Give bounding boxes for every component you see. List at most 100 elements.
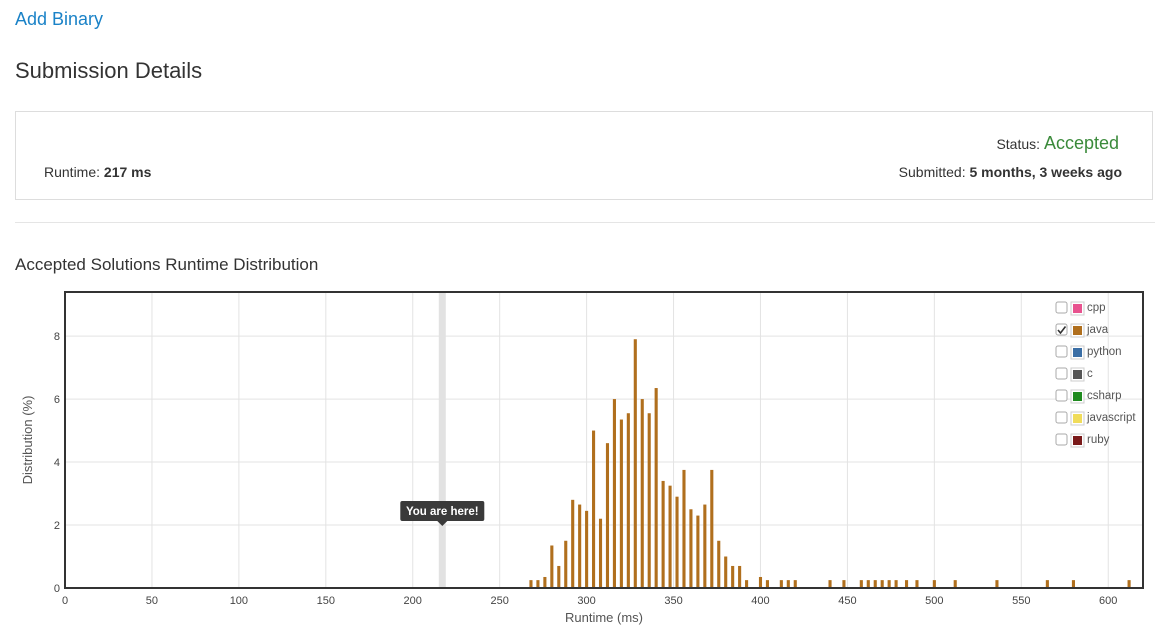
x-tick-label: 50 xyxy=(146,595,158,607)
y-tick-label: 4 xyxy=(54,457,60,469)
distribution-bar xyxy=(529,580,533,588)
distribution-bar xyxy=(585,510,589,588)
runtime-info: Runtime: 217 ms xyxy=(44,164,151,180)
x-tick-label: 400 xyxy=(751,595,769,607)
legend-checkbox-csharp[interactable] xyxy=(1055,389,1068,402)
distribution-bar xyxy=(828,580,832,588)
distribution-bar xyxy=(779,580,783,588)
distribution-bar xyxy=(731,565,735,588)
x-tick-label: 0 xyxy=(62,595,68,607)
distribution-bar xyxy=(578,504,582,588)
distribution-bar xyxy=(654,388,658,588)
runtime-label: Runtime: xyxy=(44,164,101,180)
distribution-bar xyxy=(738,565,742,588)
distribution-bar xyxy=(661,480,665,588)
distribution-bar xyxy=(1127,580,1131,588)
distribution-title: Accepted Solutions Runtime Distribution xyxy=(15,255,319,274)
y-tick-label: 0 xyxy=(54,583,60,595)
distribution-bar xyxy=(842,580,846,588)
distribution-bar xyxy=(696,515,700,588)
distribution-bar xyxy=(557,565,561,588)
distribution-bar xyxy=(887,580,891,588)
legend-swatch-python xyxy=(1073,348,1082,357)
legend-checkbox-ruby[interactable] xyxy=(1055,433,1068,446)
legend-swatch-ruby xyxy=(1073,436,1082,445)
legend-label-csharp[interactable]: csharp xyxy=(1087,390,1122,402)
distribution-bar xyxy=(953,580,957,588)
legend-checkbox-java[interactable] xyxy=(1055,323,1068,336)
distribution-bar xyxy=(724,556,728,588)
distribution-bar xyxy=(682,469,686,588)
x-tick-label: 200 xyxy=(404,595,422,607)
y-axis-label: Distribution (%) xyxy=(20,396,35,485)
runtime-distribution-chart: 0 50 100 150 200 250 300 350 400 450 500 550 600 0 2 4 6… xyxy=(20,291,1144,625)
distribution-bar xyxy=(647,413,651,588)
distribution-bar xyxy=(932,580,936,588)
page-title: Submission Details xyxy=(15,58,203,83)
x-tick-label: 500 xyxy=(925,595,943,607)
x-axis-label: Runtime (ms) xyxy=(565,610,643,625)
y-tick-label: 6 xyxy=(54,394,60,406)
x-tick-label: 250 xyxy=(490,595,508,607)
legend-checkbox-c[interactable] xyxy=(1055,367,1068,380)
legend-label-ruby[interactable]: ruby xyxy=(1087,434,1110,446)
legend-swatch-cpp xyxy=(1073,304,1082,313)
distribution-bar xyxy=(765,580,769,588)
distribution-bar xyxy=(894,580,898,588)
divider xyxy=(15,222,1155,223)
distribution-bar xyxy=(866,580,870,588)
legend-label-javascript[interactable]: javascript xyxy=(1086,412,1136,424)
legend-label-cpp[interactable]: cpp xyxy=(1087,302,1106,314)
distribution-bar xyxy=(745,580,749,588)
status-value[interactable]: Accepted xyxy=(1044,133,1119,153)
distribution-bar xyxy=(793,580,797,588)
legend-label-java[interactable]: java xyxy=(1086,324,1109,336)
status-info: Status: Accepted xyxy=(996,133,1119,154)
x-tick-label: 100 xyxy=(230,595,248,607)
distribution-bar xyxy=(543,576,547,588)
x-tick-label: 550 xyxy=(1012,595,1030,607)
distribution-bar xyxy=(859,580,863,588)
problem-title-link[interactable]: Add Binary xyxy=(15,9,103,30)
distribution-bar xyxy=(689,509,693,588)
distribution-bar xyxy=(915,580,919,588)
distribution-bar xyxy=(1045,580,1049,588)
distribution-bar xyxy=(786,580,790,588)
current-runtime-marker xyxy=(438,292,446,588)
x-tick-label: 600 xyxy=(1099,595,1117,607)
distribution-bar xyxy=(612,399,616,588)
distribution-bar xyxy=(592,430,596,588)
legend-checkbox-javascript[interactable] xyxy=(1055,411,1068,424)
legend-checkbox-python[interactable] xyxy=(1055,345,1068,358)
submitted-value: 5 months, 3 weeks ago xyxy=(969,164,1123,180)
tooltip-label: You are here! xyxy=(406,506,479,518)
x-tick-label: 350 xyxy=(664,595,682,607)
y-tick-label: 2 xyxy=(54,520,60,532)
distribution-bar xyxy=(995,580,999,588)
distribution-bar xyxy=(710,469,714,588)
distribution-bar xyxy=(640,399,644,588)
distribution-bar xyxy=(873,580,877,588)
legend-label-python[interactable]: python xyxy=(1087,346,1122,358)
distribution-bar xyxy=(668,485,672,588)
legend-swatch-java xyxy=(1073,326,1082,335)
distribution-bar xyxy=(536,580,540,588)
distribution-bar xyxy=(598,518,603,588)
submitted-label: Submitted: xyxy=(898,164,966,180)
runtime-value: 217 ms xyxy=(103,164,152,180)
legend-checkbox-cpp[interactable] xyxy=(1055,301,1068,314)
legend-swatch-csharp xyxy=(1073,392,1082,401)
distribution-bar xyxy=(605,443,610,588)
distribution-bar xyxy=(564,540,568,588)
distribution-bar xyxy=(717,540,721,588)
legend-label-c[interactable]: c xyxy=(1087,368,1093,380)
distribution-bar xyxy=(1071,580,1076,588)
status-label: Status: xyxy=(996,136,1041,152)
submitted-info: Submitted: 5 months, 3 weeks ago xyxy=(899,164,1122,180)
x-tick-label: 450 xyxy=(838,595,856,607)
legend-swatch-c xyxy=(1073,370,1082,379)
x-tick-label: 300 xyxy=(577,595,595,607)
distribution-bar xyxy=(880,580,884,588)
distribution-bar xyxy=(633,339,637,588)
distribution-bar xyxy=(904,580,909,588)
